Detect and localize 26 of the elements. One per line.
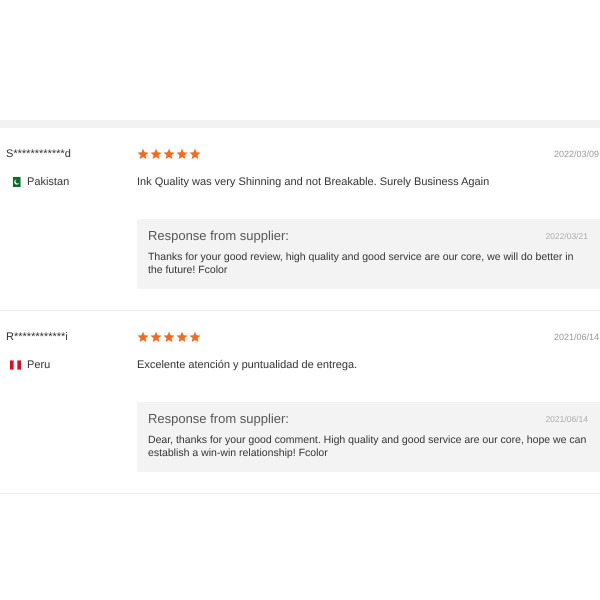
response-heading: Response from supplier: bbox=[148, 228, 289, 243]
crescent-flag-icon bbox=[10, 177, 21, 187]
star-icon bbox=[137, 148, 149, 160]
country-name: Pakistan bbox=[27, 175, 70, 190]
response-date: 2021/06/14 bbox=[545, 414, 588, 424]
response-date: 2022/03/21 bbox=[545, 230, 588, 240]
star-icon bbox=[176, 331, 188, 343]
response-text: Dear, thanks for your good comment. High quality and good service are our core, hope we can establish a win-win relationship! Fcolor bbox=[148, 434, 588, 460]
response-heading: Response from supplier: bbox=[148, 411, 289, 426]
review-text: Ink Quality was very Shinning and not Breakable. Surely Business Again bbox=[137, 175, 490, 190]
star-icon bbox=[163, 331, 175, 343]
reviewer-name: R************i bbox=[6, 330, 68, 345]
star-icon bbox=[150, 148, 162, 160]
review-date: 2021/06/14 bbox=[554, 331, 600, 343]
review-text: Excelente atención y puntualidad de entrega. bbox=[137, 358, 358, 373]
star-icon bbox=[137, 331, 149, 343]
star-icon bbox=[189, 148, 201, 160]
review-date: 2022/03/09 bbox=[554, 148, 600, 160]
response-text: Thanks for your good review, high quality and good service are our core, we will do better in the future! Fcolor bbox=[148, 251, 574, 277]
country-name: Peru bbox=[27, 358, 50, 373]
star-icon bbox=[176, 148, 188, 160]
star-icon bbox=[150, 331, 162, 343]
star-icon bbox=[189, 331, 201, 343]
star-icon bbox=[163, 148, 175, 160]
striped-flag-icon bbox=[10, 360, 21, 370]
reviewer-name: S************d bbox=[6, 147, 71, 162]
